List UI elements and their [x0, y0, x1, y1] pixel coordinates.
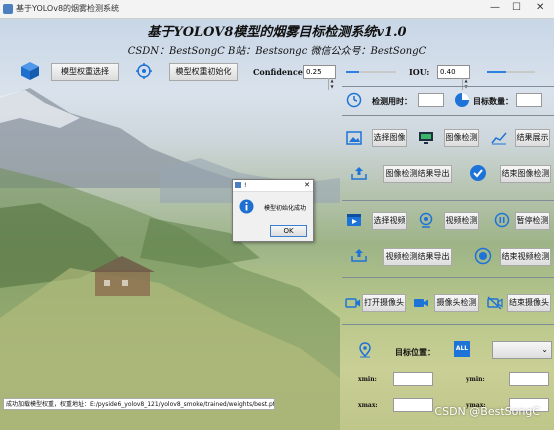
ymin-value	[509, 372, 549, 386]
end-image-detect-button[interactable]: 结束图像检测	[500, 165, 551, 183]
xmax-value	[393, 398, 433, 412]
webcam-icon	[419, 212, 433, 228]
detect-time-value	[418, 93, 444, 107]
stop-circle-icon	[474, 247, 492, 265]
spin-arrows-icon[interactable]: ▲▼	[328, 78, 335, 90]
target-select-dropdown[interactable]: ⌄	[492, 341, 552, 359]
confidence-slider-fill	[346, 71, 359, 73]
confidence-label: Confidence:	[253, 67, 306, 77]
main-window: 基于YOLOv8的烟雾检测系统 — ☐ ✕ 基于YOLOV8模型的烟雾目标检测系…	[0, 0, 554, 430]
target-count-value	[516, 93, 542, 107]
image-icon	[346, 131, 362, 145]
iou-slider-fill	[487, 71, 507, 73]
divider	[342, 115, 554, 116]
confidence-slider[interactable]	[346, 71, 396, 73]
pie-chart-icon	[455, 93, 469, 107]
monitor-icon	[419, 132, 433, 144]
detect-image-button[interactable]: 图像检测	[444, 129, 479, 147]
export-image-result-button[interactable]: 图像检测结果导出	[383, 165, 452, 183]
xmax-label: xmax:	[358, 402, 378, 409]
detect-time-label: 检测用时：	[372, 97, 412, 106]
message-dialog: ! ✕ 模型初始化成功 OK	[232, 179, 314, 242]
camera-detect-button[interactable]: 摄像头检测	[434, 294, 479, 312]
dialog-close-icon[interactable]: ✕	[304, 180, 310, 191]
confidence-spinbox[interactable]: 0.25 ▲ ▼	[303, 65, 336, 90]
show-result-button[interactable]: 结果展示	[515, 129, 550, 147]
video-camera-icon	[414, 299, 428, 307]
spin-arrows-icon[interactable]: ▲▼	[462, 78, 469, 90]
dialog-app-icon	[235, 182, 241, 188]
close-button[interactable]: ✕	[536, 2, 544, 13]
iou-label: IOU:	[409, 67, 430, 77]
check-circle-icon	[470, 165, 486, 181]
confidence-value: 0.25	[306, 68, 322, 76]
cube-icon	[21, 62, 39, 80]
dialog-title-bar: ! ✕	[233, 180, 313, 192]
close-camera-button[interactable]: 结束摄像头	[507, 294, 551, 312]
status-bar: 成功加载模型权重，权重地址：E:/pyside6_yolov8_121/yolo…	[3, 398, 275, 410]
app-icon	[3, 4, 13, 14]
title-bar: 基于YOLOv8的烟雾检测系统 — ☐ ✕	[0, 0, 554, 19]
dialog-ok-button[interactable]: OK	[270, 225, 307, 237]
select-image-button[interactable]: 选择图像	[372, 129, 407, 147]
divider	[342, 86, 554, 87]
timer-icon	[346, 92, 362, 108]
select-video-button[interactable]: 选择视频	[372, 212, 407, 230]
iou-value: 0.40	[440, 68, 456, 76]
open-camera-button[interactable]: 打开摄像头	[362, 294, 406, 312]
upload-icon	[351, 249, 367, 262]
maximize-button[interactable]: ☐	[512, 2, 521, 13]
target-position-label: 目标位置：	[395, 348, 435, 357]
ymin-label: ymin:	[466, 376, 485, 383]
divider	[342, 200, 554, 201]
iou-spinbox[interactable]: 0.40 ▲▼	[437, 65, 470, 90]
upload-icon	[351, 167, 367, 180]
divider	[342, 277, 554, 278]
select-weights-button[interactable]: 模型权重选择	[51, 63, 119, 81]
xmin-value	[393, 372, 433, 386]
minimize-button[interactable]: —	[490, 2, 500, 13]
info-icon	[239, 199, 254, 214]
page-title: 基于YOLOV8模型的烟雾目标检测系统v1.0	[147, 25, 407, 40]
camera-off-icon	[487, 296, 503, 310]
target-icon	[136, 63, 152, 79]
pause-detect-button[interactable]: 暂停检测	[515, 212, 550, 230]
pause-icon	[494, 212, 510, 228]
export-video-result-button[interactable]: 视频检测结果导出	[383, 248, 452, 266]
xmin-label: xmin:	[358, 376, 377, 383]
all-badge: ALL	[454, 341, 470, 357]
init-weights-button[interactable]: 模型权重初始化	[169, 63, 238, 81]
page-subtitle: CSDN：BestSongC B站：Bestsongc 微信公众号：BestSo…	[127, 46, 427, 57]
iou-slider[interactable]	[487, 71, 535, 73]
dialog-message: 模型初始化成功	[264, 205, 307, 212]
detect-video-button[interactable]: 视频检测	[444, 212, 479, 230]
location-pin-icon	[359, 342, 371, 358]
dialog-title: !	[244, 182, 247, 189]
end-video-detect-button[interactable]: 结束视频检测	[500, 248, 551, 266]
watermark: CSDN @BestSongC	[434, 405, 540, 418]
target-count-label: 目标数量：	[473, 97, 513, 106]
divider	[342, 324, 554, 325]
camera-icon	[345, 298, 360, 308]
video-icon	[347, 214, 361, 226]
chevron-down-icon: ⌄	[541, 345, 548, 354]
window-title: 基于YOLOv8的烟雾检测系统	[16, 4, 120, 13]
chart-line-icon	[491, 132, 507, 145]
